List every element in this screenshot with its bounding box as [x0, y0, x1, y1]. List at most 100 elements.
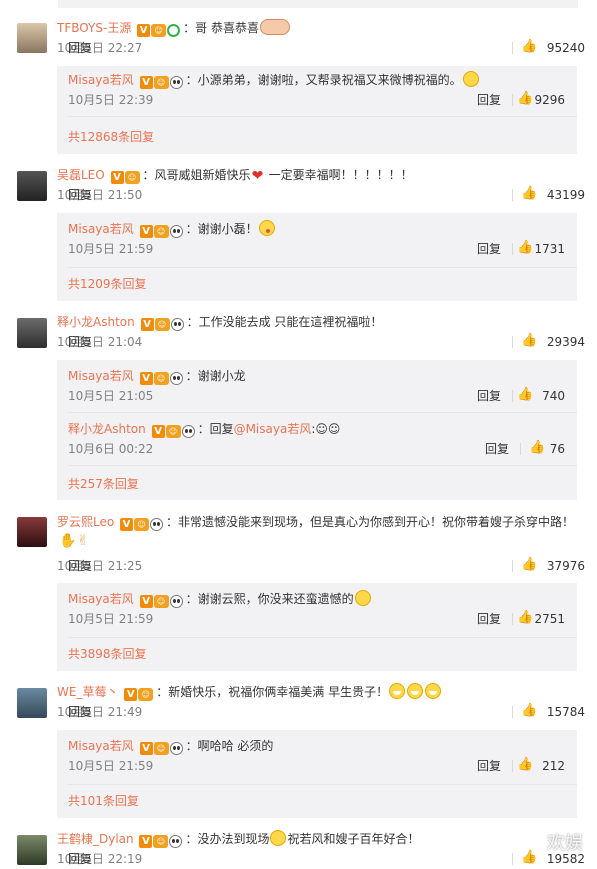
- divider: [68, 784, 577, 785]
- reply-username[interactable]: 释小龙Ashton: [68, 422, 146, 436]
- comment-username[interactable]: TFBOYS-王源: [57, 21, 131, 35]
- comment-text-continued: 一定要幸福啊！！！！！！: [268, 168, 413, 182]
- thumbs-up-icon[interactable]: 👍: [521, 334, 537, 348]
- reply-button[interactable]: 回复: [477, 386, 501, 406]
- level-badge: ☺: [138, 688, 154, 701]
- thumbs-up-icon[interactable]: 👍: [521, 851, 537, 865]
- level-badge: ☺: [124, 171, 140, 184]
- avatar[interactable]: [17, 171, 47, 201]
- verified-v-badge: V: [139, 76, 153, 89]
- level-badge: ☺: [151, 24, 167, 37]
- thumbs-up-icon[interactable]: 👍: [521, 40, 537, 54]
- more-replies-link[interactable]: 共257条回复: [68, 474, 139, 494]
- comment-text: ：非常遗憾没能来到现场，但是真心为你感到开心！祝你带着嫂子杀穿中路！: [166, 515, 575, 529]
- like-count: 1731: [534, 242, 565, 256]
- previous-comment-bottom: [58, 0, 578, 8]
- reply-time: 10月5日 21:05: [68, 389, 154, 403]
- reply-button[interactable]: 回复: [68, 38, 501, 58]
- level-badge: ☺: [153, 225, 169, 238]
- comment-username[interactable]: WE_草莓丶: [57, 685, 118, 699]
- more-replies-link[interactable]: 共3898条回复: [68, 644, 147, 664]
- thumbs-up-icon[interactable]: 👍: [521, 187, 537, 201]
- reply-item: 释小龙Ashton V ☺ ：回复@Misaya若风:☺☺ 10月6日 00:22 …: [68, 419, 577, 459]
- divider: [68, 116, 577, 117]
- like-count: 740: [542, 389, 565, 403]
- reply-button[interactable]: 回复: [485, 439, 509, 459]
- level-badge: ☺: [165, 425, 181, 438]
- level-badge: ☺: [153, 372, 169, 385]
- comment-username[interactable]: 罗云熙Leo: [57, 515, 114, 529]
- reply-text: ：谢谢小龙: [185, 369, 246, 383]
- reply-box: Misaya若风 V ☺ ：小源弟弟，谢谢啦，又帮录祝福又来微博祝福的。 10月5日…: [57, 66, 577, 154]
- thumbs-up-icon[interactable]: 👍: [517, 611, 533, 625]
- verified-v-badge: V: [120, 518, 134, 531]
- divider: [512, 853, 513, 865]
- comment-text-continued: 祝若风和嫂子百年好合！: [287, 832, 420, 846]
- reply-username[interactable]: Misaya若风: [68, 73, 134, 87]
- reply-time: 10月5日 21:59: [68, 242, 154, 256]
- level-badge: ☺: [153, 742, 169, 755]
- thumbs-up-icon[interactable]: 👍: [529, 441, 545, 455]
- reply-username[interactable]: Misaya若风: [68, 222, 134, 236]
- divider: [68, 412, 577, 413]
- divider: [512, 706, 513, 718]
- reply-button[interactable]: 回复: [477, 609, 501, 629]
- reply-item: Misaya若风 V ☺ ：啊哈哈 必须的 10月5日 21:59 回复 👍 212: [68, 736, 577, 776]
- reply-button[interactable]: 回复: [68, 702, 501, 722]
- reply-box: Misaya若风 V ☺ ：谢谢小龙 10月5日 21:05 回复 👍 740 释小…: [57, 360, 577, 500]
- reply-username[interactable]: Misaya若风: [68, 592, 134, 606]
- comment-text: ：新婚快乐，祝福你俩幸福美满 早生贵子！: [156, 685, 389, 699]
- reply-text-continued: :☺☺: [311, 422, 341, 436]
- reply-box: Misaya若风 V ☺ ：谢谢小磊！ 10月5日 21:59 回复 👍 1731 …: [57, 213, 577, 301]
- thumbs-up-emoji-icon: [58, 532, 76, 551]
- thumbs-up-icon[interactable]: 👍: [517, 92, 533, 106]
- comment-username[interactable]: 释小龙Ashton: [57, 315, 135, 329]
- divider: [512, 613, 513, 625]
- reply-username[interactable]: Misaya若风: [68, 369, 134, 383]
- mention-link[interactable]: @Misaya若风: [234, 422, 312, 436]
- reply-username[interactable]: Misaya若风: [68, 739, 134, 753]
- avatar[interactable]: [17, 835, 47, 865]
- reply-item: Misaya若风 V ☺ ：小源弟弟，谢谢啦，又帮录祝福又来微博祝福的。 10月5日…: [68, 70, 577, 110]
- divider: [512, 760, 513, 772]
- avatar[interactable]: [17, 318, 47, 348]
- panda-badge: [169, 372, 183, 385]
- like-count: 43199: [546, 188, 585, 202]
- reply-button[interactable]: 回复: [477, 239, 501, 259]
- thumbs-up-icon[interactable]: 👍: [517, 388, 533, 402]
- panda-badge: [150, 518, 164, 531]
- reply-item: Misaya若风 V ☺ ：谢谢小龙 10月5日 21:05 回复 👍 740: [68, 366, 577, 406]
- divider: [68, 637, 577, 638]
- thumbs-up-icon[interactable]: 👍: [517, 241, 533, 255]
- like-count: 29394: [546, 335, 585, 349]
- reply-text: ：谢谢云熙，你没来还蛮遗憾的: [185, 592, 354, 606]
- thumbs-up-icon[interactable]: 👍: [517, 758, 533, 772]
- victory-hand-emoji-icon: [76, 532, 92, 551]
- divider: [512, 42, 513, 54]
- divider: [68, 267, 577, 268]
- comment-username[interactable]: 吴磊LEO: [57, 168, 105, 182]
- panda-badge: [169, 225, 183, 238]
- reply-button[interactable]: 回复: [477, 90, 501, 110]
- more-replies-link[interactable]: 共101条回复: [68, 791, 139, 811]
- comment-text: ：工作没能去成 只能在這裡祝福啦！: [186, 315, 383, 329]
- reply-button[interactable]: 回复: [477, 756, 501, 776]
- avatar[interactable]: [17, 23, 47, 53]
- comment-text: ：哥 恭喜恭喜: [183, 21, 259, 35]
- more-replies-link[interactable]: 共1209条回复: [68, 274, 147, 294]
- verified-v-badge: V: [139, 835, 153, 848]
- reply-button[interactable]: 回复: [68, 849, 501, 869]
- reply-button[interactable]: 回复: [68, 556, 501, 576]
- level-badge: ☺: [154, 318, 170, 331]
- reply-button[interactable]: 回复: [68, 332, 501, 352]
- thumbs-up-icon[interactable]: 👍: [521, 704, 537, 718]
- reply-box: Misaya若风 V ☺ ：啊哈哈 必须的 10月5日 21:59 回复 👍 212…: [57, 730, 577, 818]
- laughing-emoji-icon: [425, 683, 442, 699]
- comment-username[interactable]: 王鹤棣_Dylan: [57, 832, 134, 846]
- like-count: 37976: [546, 559, 585, 573]
- avatar[interactable]: [17, 688, 47, 718]
- reply-button[interactable]: 回复: [68, 185, 501, 205]
- avatar[interactable]: [17, 517, 47, 547]
- thumbs-up-icon[interactable]: 👍: [521, 558, 537, 572]
- more-replies-link[interactable]: 共12868条回复: [68, 127, 154, 147]
